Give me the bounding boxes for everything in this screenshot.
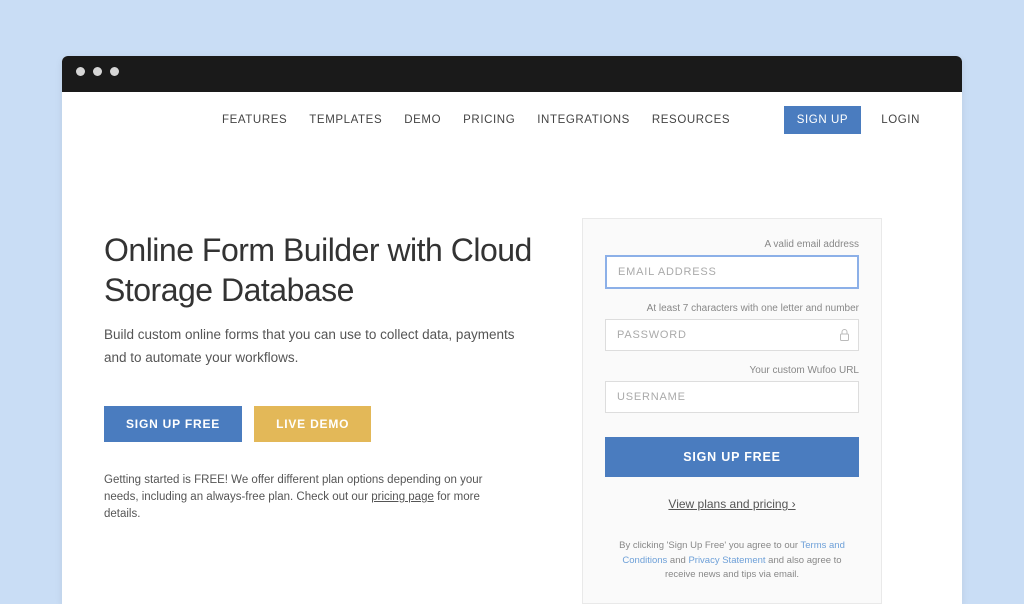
nav-templates[interactable]: TEMPLATES [309,114,382,126]
password-field-wrap [605,319,859,351]
signup-free-submit-button[interactable]: SIGN UP FREE [605,437,859,477]
nav-resources[interactable]: RESOURCES [652,114,730,126]
view-plans-link[interactable]: View plans and pricing › [605,497,859,511]
hero-subtitle: Build custom online forms that you can u… [104,324,534,370]
hero-left: Online Form Builder with Cloud Storage D… [104,218,534,604]
password-hint: At least 7 characters with one letter an… [605,303,859,314]
nav-login-link[interactable]: LOGIN [881,114,920,126]
username-input[interactable] [605,381,859,413]
nav-demo[interactable]: DEMO [404,114,441,126]
page-content: FEATURES TEMPLATES DEMO PRICING INTEGRAT… [62,92,962,604]
email-hint: A valid email address [605,239,859,250]
window-titlebar [62,56,962,86]
window-control-minimize[interactable] [93,67,102,76]
hero-section: Online Form Builder with Cloud Storage D… [62,140,962,604]
signup-card: A valid email address At least 7 charact… [582,218,882,604]
terms-text: By clicking 'Sign Up Free' you agree to … [605,539,859,583]
browser-window: FEATURES TEMPLATES DEMO PRICING INTEGRAT… [62,56,962,604]
hero-buttons: SIGN UP FREE LIVE DEMO [104,406,534,442]
hero-title: Online Form Builder with Cloud Storage D… [104,230,534,310]
hero-signup-free-button[interactable]: SIGN UP FREE [104,406,242,442]
username-hint: Your custom Wufoo URL [605,365,859,376]
window-control-close[interactable] [76,67,85,76]
hero-live-demo-button[interactable]: LIVE DEMO [254,406,371,442]
nav-right: SIGN UP LOGIN [784,106,920,134]
password-input[interactable] [605,319,859,351]
window-control-maximize[interactable] [110,67,119,76]
email-field-wrap [605,255,859,289]
pricing-page-link[interactable]: pricing page [371,491,434,503]
hero-note: Getting started is FREE! We offer differ… [104,472,514,524]
username-field-wrap [605,381,859,413]
terms-and: and [667,555,688,566]
nav-integrations[interactable]: INTEGRATIONS [537,114,630,126]
top-navigation: FEATURES TEMPLATES DEMO PRICING INTEGRAT… [62,92,962,140]
nav-signup-button[interactable]: SIGN UP [784,106,862,134]
nav-links: FEATURES TEMPLATES DEMO PRICING INTEGRAT… [222,114,730,126]
lock-icon [839,329,850,342]
nav-pricing[interactable]: PRICING [463,114,515,126]
terms-pre: By clicking 'Sign Up Free' you agree to … [619,540,800,551]
nav-features[interactable]: FEATURES [222,114,287,126]
privacy-statement-link[interactable]: Privacy Statement [688,555,765,566]
email-input[interactable] [605,255,859,289]
